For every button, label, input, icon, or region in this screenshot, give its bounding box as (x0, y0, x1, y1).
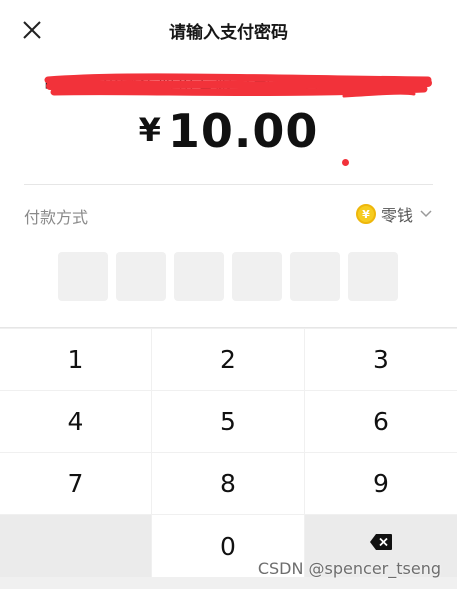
chevron-down-icon (420, 210, 432, 218)
key-1[interactable]: 1 (0, 329, 151, 390)
page-title: 请输入支付密码 (169, 23, 288, 43)
password-digit-box[interactable] (174, 252, 224, 301)
key-2[interactable]: 2 (152, 329, 304, 390)
password-digit-box[interactable] (232, 252, 282, 301)
numeric-keypad: 1 2 3 4 5 6 7 8 9 0 (0, 327, 457, 589)
key-7[interactable]: 7 (0, 453, 151, 514)
key-4[interactable]: 4 (0, 391, 151, 452)
currency-symbol: ¥ (138, 111, 162, 149)
payment-method-row: 付款方式 ¥ 零钱 (24, 200, 433, 228)
watermark: CSDN @spencer_tseng (257, 559, 441, 578)
key-8[interactable]: 8 (152, 453, 304, 514)
key-6[interactable]: 6 (305, 391, 457, 452)
password-digit-box[interactable] (116, 252, 166, 301)
key-5[interactable]: 5 (152, 391, 304, 452)
password-digit-box[interactable] (348, 252, 398, 301)
payment-method-label: 付款方式 (24, 208, 89, 227)
payment-method-value: 零钱 (380, 206, 413, 225)
header: 请输入支付密码 (0, 0, 457, 60)
key-9[interactable]: 9 (305, 453, 457, 514)
key-blank (0, 515, 151, 577)
red-dot (342, 159, 349, 166)
payment-method-selector[interactable]: ¥ 零钱 (355, 200, 433, 228)
password-digit-box[interactable] (290, 252, 340, 301)
payment-amount: ¥10.00 (0, 104, 457, 158)
amount-value: 10.00 (167, 104, 319, 158)
divider (24, 184, 433, 185)
backspace-icon (370, 534, 392, 550)
password-input[interactable] (58, 252, 398, 301)
coin-icon: ¥ (355, 204, 376, 224)
key-3[interactable]: 3 (305, 329, 457, 390)
redaction-scribble (44, 73, 432, 98)
password-digit-box[interactable] (58, 252, 108, 301)
